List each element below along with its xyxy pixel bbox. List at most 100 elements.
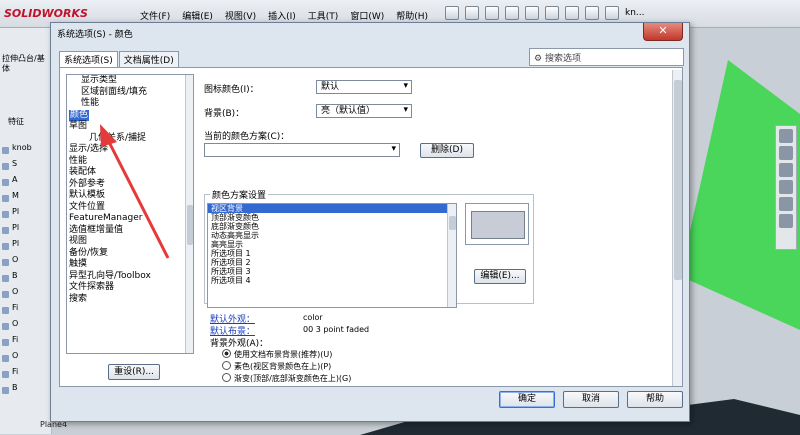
ok-button[interactable]: 确定 — [499, 391, 555, 408]
icon-color-select[interactable]: 默认 — [316, 80, 412, 94]
rebuild-icon[interactable] — [565, 6, 579, 20]
help-button[interactable]: 帮助 — [627, 391, 683, 408]
feature-tree-item[interactable]: B — [0, 383, 52, 399]
options-tree-label: 装配体 — [69, 167, 97, 177]
menu-item[interactable]: 文件(F) — [140, 9, 170, 22]
options-tree-item[interactable]: 默认模板 — [67, 190, 193, 202]
options-tree-item[interactable]: 文件位置 — [67, 202, 193, 214]
options-gear-icon[interactable] — [605, 6, 619, 20]
options-tree-label: 视图 — [69, 236, 88, 246]
scheme-list-item[interactable]: 视区背景 — [208, 204, 456, 213]
feature-tree-item[interactable]: O — [0, 287, 52, 303]
dialog-tabs: 系统选项(S) 文档属性(D) — [59, 51, 180, 68]
options-tree-item[interactable]: 区域剖面线/填充 — [67, 87, 193, 99]
cancel-button[interactable]: 取消 — [563, 391, 619, 408]
options-tree-item[interactable]: 外部参考 — [67, 179, 193, 191]
options-tree-item[interactable]: FeatureManager — [67, 213, 193, 225]
tab-system-options[interactable]: 系统选项(S) — [59, 51, 118, 68]
undo-icon[interactable] — [525, 6, 539, 20]
feature-tree-item[interactable]: Fi — [0, 335, 52, 351]
left-pane: 拉伸凸台/基体 特征 knob S A M Pl Pl Pl O B O Fi O Fi O Fi B — [0, 28, 52, 434]
reset-button[interactable]: 重设(R)... — [108, 364, 160, 380]
design-library-icon[interactable] — [779, 146, 793, 160]
options-tree-item[interactable]: 性能 — [67, 156, 193, 168]
options-tree-item[interactable]: 文件探索器 — [67, 282, 193, 294]
feature-tree-item[interactable]: Fi — [0, 303, 52, 319]
options-tree-item[interactable]: 草图 — [67, 121, 193, 133]
options-tree-item[interactable]: 备份/恢复 — [67, 248, 193, 260]
new-file-icon[interactable] — [445, 6, 459, 20]
menu-item[interactable]: 帮助(H) — [396, 9, 428, 22]
scheme-list-item[interactable]: 所选项目 2 — [208, 258, 456, 267]
resources-icon[interactable] — [779, 129, 793, 143]
custom-properties-icon[interactable] — [779, 214, 793, 228]
scheme-list-scrollbar[interactable] — [447, 204, 456, 307]
scheme-list-item[interactable]: 所选项目 3 — [208, 267, 456, 276]
radio-gradient[interactable]: 渐变(顶部/底部渐变颜色在上)(G) — [222, 373, 351, 384]
tab-document-properties[interactable]: 文档属性(D) — [118, 51, 179, 67]
options-tree-label: 外部参考 — [69, 178, 106, 189]
delete-button[interactable]: 删除(D) — [420, 143, 474, 158]
current-scheme-select[interactable] — [204, 143, 400, 157]
options-tree-item[interactable]: 几何关系/捕捉 — [67, 133, 193, 145]
scheme-list-item[interactable]: 底部渐变颜色 — [208, 222, 456, 231]
background-select[interactable]: 亮（默认值） — [316, 104, 412, 118]
print-icon[interactable] — [505, 6, 519, 20]
panel-scrollbar[interactable] — [672, 70, 682, 386]
options-tree-item[interactable]: 触摸 — [67, 259, 193, 271]
radio-document-scene[interactable]: 使用文档布景背景(推荐)(U) — [222, 349, 332, 360]
extrude-boss-command[interactable]: 拉伸凸台/基体 — [2, 54, 50, 74]
feature-tree-item[interactable]: O — [0, 255, 52, 271]
save-icon[interactable] — [485, 6, 499, 20]
options-tree-item[interactable]: 装配体 — [67, 167, 193, 179]
view-palette-icon[interactable] — [779, 180, 793, 194]
feature-tree-item[interactable]: S — [0, 159, 52, 175]
radio-plain-color[interactable]: 素色(视区背景颜色在上)(P) — [222, 361, 331, 372]
edit-button[interactable]: 编辑(E)... — [474, 269, 526, 284]
options-tree-item[interactable]: 搜索 — [67, 294, 193, 306]
close-icon[interactable]: ✕ — [643, 23, 683, 41]
search-placeholder: 搜索选项 — [544, 54, 581, 64]
feature-tree-item[interactable]: B — [0, 271, 52, 287]
file-explorer-icon[interactable] — [779, 163, 793, 177]
options-tree-item[interactable]: 性能 — [67, 98, 193, 110]
tree-scrollbar[interactable] — [185, 75, 193, 353]
options-tree-item[interactable]: 显示类型 — [67, 75, 193, 87]
feature-tree-item[interactable]: Pl — [0, 239, 52, 255]
scheme-list-item[interactable]: 动态高亮显示 — [208, 231, 456, 240]
feature-tree-item[interactable]: O — [0, 319, 52, 335]
scheme-list-item[interactable]: 顶部渐变颜色 — [208, 213, 456, 222]
feature-tree-item[interactable]: knob — [0, 143, 52, 159]
feature-tree-item[interactable]: O — [0, 351, 52, 367]
options-tree-label: 草图 — [69, 121, 88, 131]
options-tree-item[interactable]: 异型孔向导/Toolbox — [67, 271, 193, 283]
open-file-icon[interactable] — [465, 6, 479, 20]
options-tree-label: 触摸 — [69, 259, 88, 269]
menu-item[interactable]: 工具(T) — [308, 9, 339, 22]
options-tree-item[interactable]: 颜色 — [67, 109, 193, 121]
search-options-input[interactable]: ⚙ 搜索选项 — [529, 48, 684, 66]
features-tab[interactable]: 特征 — [8, 116, 24, 127]
options-tree-item[interactable]: 显示/选择 — [67, 144, 193, 156]
scheme-list-item[interactable]: 所选项目 4 — [208, 276, 456, 285]
menu-item[interactable]: 插入(I) — [268, 9, 296, 22]
select-icon[interactable] — [545, 6, 559, 20]
scheme-list-item[interactable]: 所选项目 1 — [208, 249, 456, 258]
current-scheme-label: 当前的颜色方案(C)： — [204, 132, 290, 142]
appearances-icon[interactable] — [779, 197, 793, 211]
options-tree-item[interactable]: 选值框增量值 — [67, 225, 193, 237]
scheme-list[interactable]: 视区背景 顶部渐变颜色 底部渐变颜色 动态高亮显示 高亮显示 所选项目 1 所选项目 2 所选… — [207, 203, 457, 308]
feature-tree-item[interactable]: Pl — [0, 207, 52, 223]
options-tree-item[interactable]: 视图 — [67, 236, 193, 248]
task-pane-strip — [775, 125, 797, 250]
feature-tree-item[interactable]: M — [0, 191, 52, 207]
menu-item[interactable]: 编辑(E) — [182, 9, 213, 22]
file-properties-icon[interactable] — [585, 6, 599, 20]
menu-item[interactable]: 视图(V) — [225, 9, 256, 22]
scheme-list-item[interactable]: 高亮显示 — [208, 240, 456, 249]
feature-tree-item[interactable]: A — [0, 175, 52, 191]
system-options-dialog: 系统选项(S) - 颜色 ✕ 系统选项(S) 文档属性(D) ⚙ 搜索选项 显示… — [50, 22, 690, 422]
feature-tree-item[interactable]: Fi — [0, 367, 52, 383]
feature-tree-item[interactable]: Pl — [0, 223, 52, 239]
menu-item[interactable]: 窗口(W) — [350, 9, 384, 22]
